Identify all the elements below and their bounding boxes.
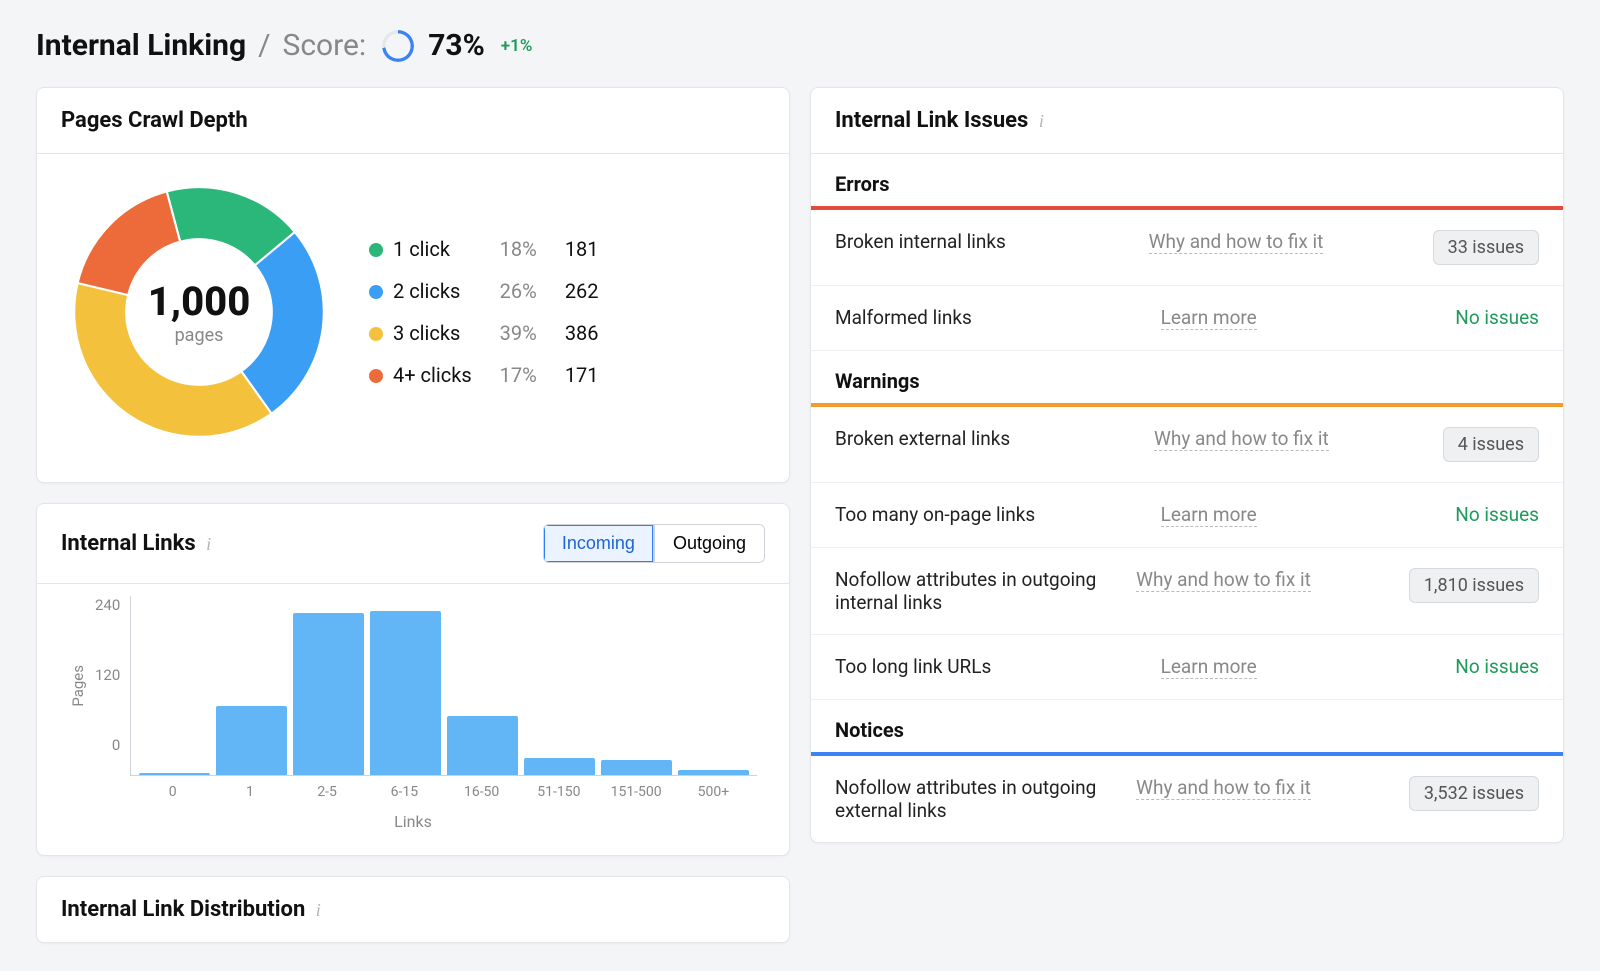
issue-name[interactable]: Nofollow attributes in outgoing external…	[835, 776, 1120, 822]
bar[interactable]	[524, 758, 595, 775]
bar[interactable]	[139, 773, 210, 775]
issues-card: Internal Link Issues i Errors Broken int…	[810, 87, 1564, 843]
ytick: 120	[95, 666, 120, 684]
notices-section-title: Notices	[811, 700, 1563, 752]
warnings-section-title: Warnings	[811, 351, 1563, 403]
legend-pct: 39%	[500, 321, 537, 345]
internal-links-toggle: Incoming Outgoing	[543, 524, 765, 563]
xtick: 16-50	[446, 784, 517, 800]
xtick: 1	[214, 784, 285, 800]
xtick: 51-150	[523, 784, 594, 800]
breadcrumb-separator: /	[258, 28, 270, 63]
issue-no-issues: No issues	[1455, 306, 1539, 329]
issue-help-link[interactable]: Why and how to fix it	[1136, 776, 1311, 800]
issues-title: Internal Link Issues	[835, 108, 1028, 133]
issue-row: Broken internal links Why and how to fix…	[811, 210, 1563, 286]
internal-links-card: Internal Links i Incoming Outgoing Pages…	[36, 503, 790, 856]
ytick: 240	[95, 596, 120, 614]
issue-no-issues: No issues	[1455, 655, 1539, 678]
legend-pct: 17%	[500, 363, 537, 387]
barchart-yaxis: 240 120 0	[95, 596, 130, 776]
issue-name[interactable]: Too many on-page links	[835, 503, 1145, 526]
crawl-depth-donut[interactable]: 1,000 pages	[69, 182, 329, 442]
barchart-xlabel: Links	[69, 812, 757, 831]
issue-count-badge[interactable]: 4 issues	[1443, 427, 1539, 462]
xtick: 0	[137, 784, 208, 800]
bar[interactable]	[216, 706, 287, 775]
legend-item[interactable]: 2 clicks	[369, 279, 472, 303]
barchart-xticks: 01 2-5 6-15 16-50 51-150 151-500 500+	[129, 776, 757, 800]
bar[interactable]	[370, 611, 441, 775]
legend-count: 181	[565, 237, 599, 261]
issue-name[interactable]: Broken external links	[835, 427, 1138, 450]
crawl-depth-total: 1,000	[148, 278, 251, 325]
info-icon[interactable]: i	[316, 900, 321, 920]
bar[interactable]	[447, 716, 518, 775]
issue-count-badge[interactable]: 33 issues	[1433, 230, 1539, 265]
barchart-ylabel: Pages	[69, 665, 87, 707]
issue-name[interactable]: Broken internal links	[835, 230, 1133, 253]
issue-row: Nofollow attributes in outgoing external…	[811, 756, 1563, 842]
issue-row: Too long link URLs Learn more No issues	[811, 635, 1563, 700]
xtick: 500+	[678, 784, 749, 800]
issue-help-link[interactable]: Why and how to fix it	[1136, 568, 1311, 592]
score-delta: +1%	[501, 36, 533, 56]
issue-name[interactable]: Malformed links	[835, 306, 1145, 329]
xtick: 6-15	[369, 784, 440, 800]
barchart-plot[interactable]	[130, 596, 757, 776]
legend-item[interactable]: 1 click	[369, 237, 472, 261]
link-distribution-title: Internal Link Distribution	[61, 897, 305, 922]
issue-help-link[interactable]: Learn more	[1161, 655, 1257, 679]
incoming-tab[interactable]: Incoming	[544, 525, 654, 562]
legend-count: 171	[565, 363, 599, 387]
page-title: Internal Linking	[36, 28, 246, 63]
issue-count-badge[interactable]: 1,810 issues	[1409, 568, 1539, 603]
legend-count: 386	[565, 321, 599, 345]
crawl-depth-card: Pages Crawl Depth 1,000 pages 1 click 18%…	[36, 87, 790, 483]
xtick: 151-500	[601, 784, 672, 800]
legend-item[interactable]: 3 clicks	[369, 321, 472, 345]
issue-no-issues: No issues	[1455, 503, 1539, 526]
legend-item[interactable]: 4+ clicks	[369, 363, 472, 387]
issue-count-badge[interactable]: 3,532 issues	[1409, 776, 1539, 811]
score-ring-icon	[382, 30, 414, 62]
issue-help-link[interactable]: Learn more	[1161, 503, 1257, 527]
page-header: Internal Linking / Score: 73% +1%	[36, 28, 1564, 63]
info-icon[interactable]: i	[206, 534, 211, 554]
issue-help-link[interactable]: Why and how to fix it	[1149, 230, 1324, 254]
issue-row: Nofollow attributes in outgoing internal…	[811, 548, 1563, 635]
issue-row: Too many on-page links Learn more No iss…	[811, 483, 1563, 548]
bar[interactable]	[293, 613, 364, 775]
xtick: 2-5	[292, 784, 363, 800]
issue-row: Broken external links Why and how to fix…	[811, 407, 1563, 483]
link-distribution-card: Internal Link Distribution i	[36, 876, 790, 943]
legend-count: 262	[565, 279, 599, 303]
bar[interactable]	[601, 760, 672, 775]
crawl-depth-title: Pages Crawl Depth	[61, 108, 248, 133]
errors-section-title: Errors	[811, 154, 1563, 206]
issue-row: Malformed links Learn more No issues	[811, 286, 1563, 351]
issue-help-link[interactable]: Learn more	[1161, 306, 1257, 330]
bar[interactable]	[678, 770, 749, 776]
ytick: 0	[112, 736, 120, 754]
issue-name[interactable]: Nofollow attributes in outgoing internal…	[835, 568, 1120, 614]
crawl-depth-legend: 1 click 18% 181 2 clicks 26% 262 3 clicks 39% 38…	[369, 237, 599, 387]
legend-pct: 26%	[500, 279, 537, 303]
issue-help-link[interactable]: Why and how to fix it	[1154, 427, 1329, 451]
issue-name[interactable]: Too long link URLs	[835, 655, 1145, 678]
internal-links-title: Internal Links	[61, 531, 196, 556]
crawl-depth-total-label: pages	[175, 325, 224, 346]
legend-pct: 18%	[500, 237, 537, 261]
score-value: 73%	[428, 28, 485, 63]
outgoing-tab[interactable]: Outgoing	[654, 525, 764, 562]
score-label: Score:	[283, 28, 367, 63]
info-icon[interactable]: i	[1039, 111, 1044, 131]
